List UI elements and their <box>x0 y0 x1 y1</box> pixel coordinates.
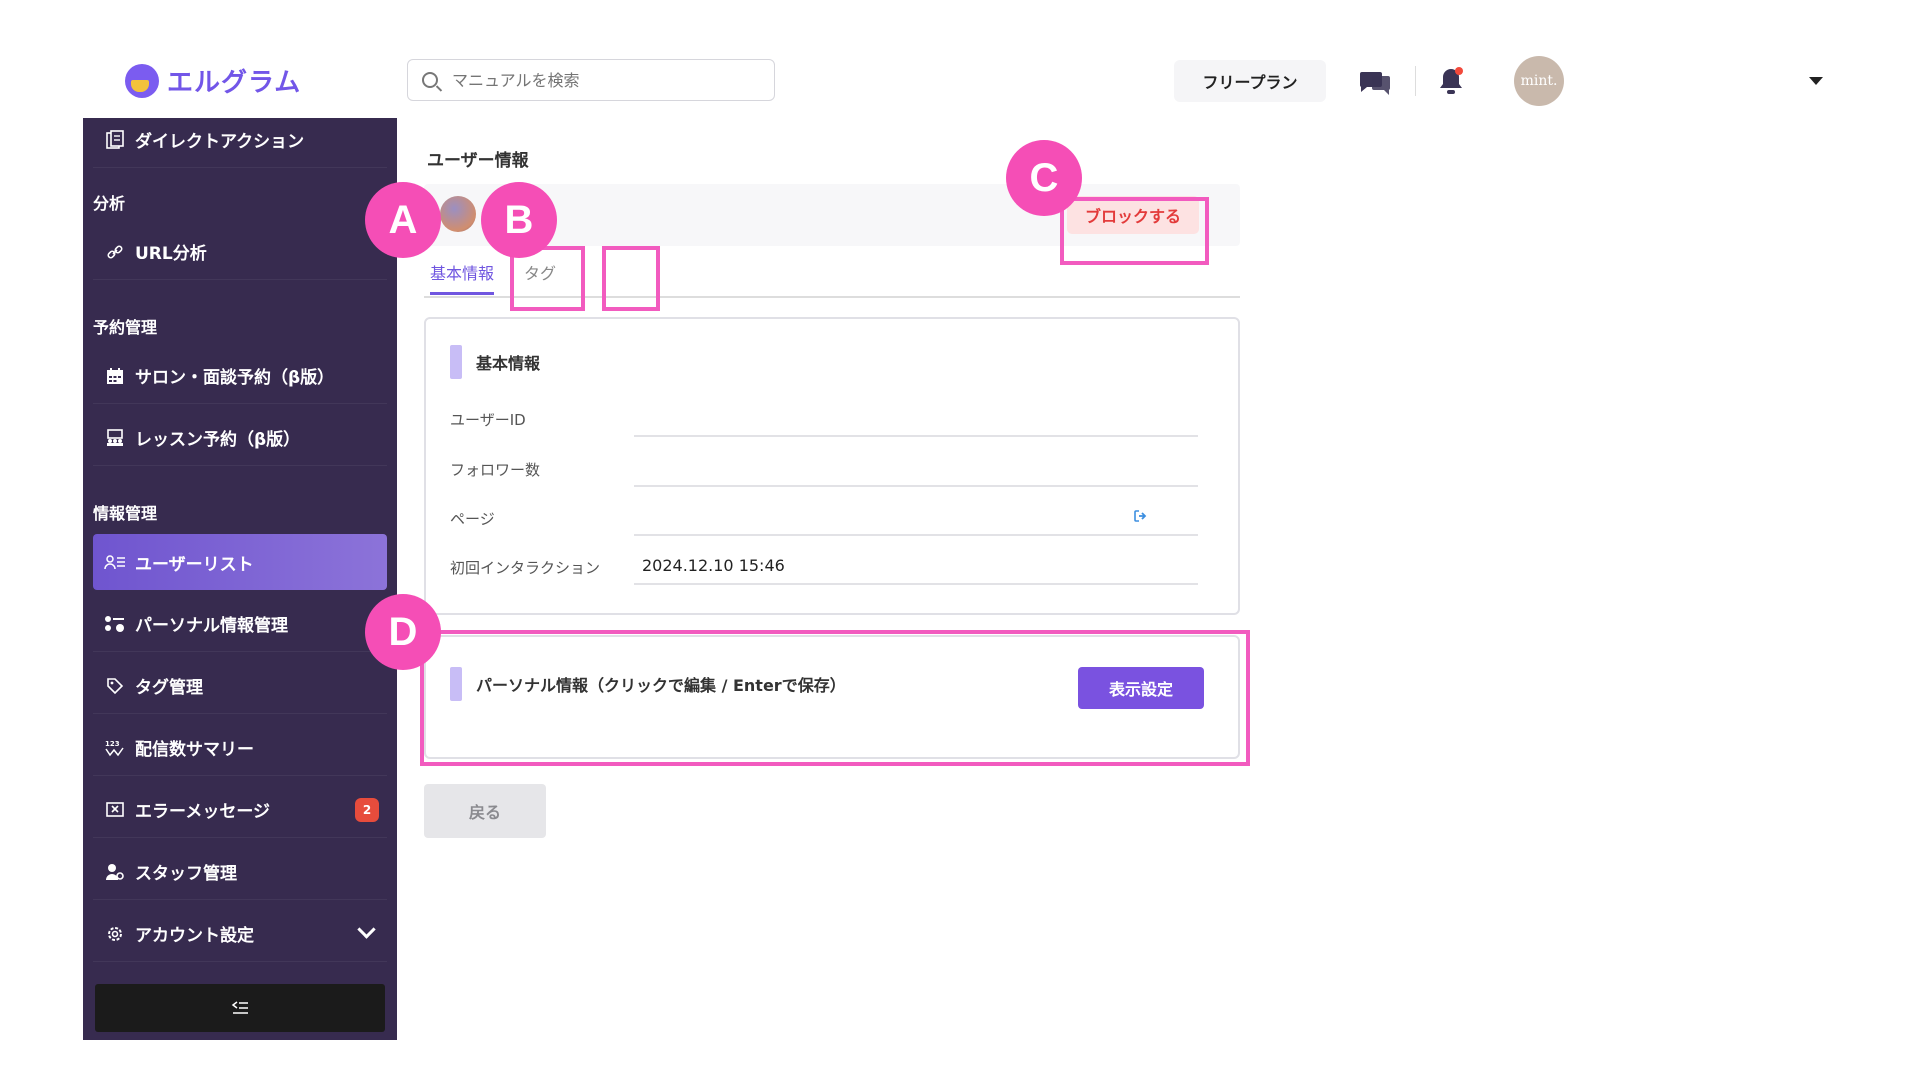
logo-icon <box>125 63 159 98</box>
error-icon <box>103 801 127 819</box>
sidebar-item-label: アカウント設定 <box>135 926 254 946</box>
sidebar-item-label: エラーメッセージ <box>135 802 270 822</box>
chevron-down-icon[interactable] <box>357 920 376 939</box>
lesson-icon <box>103 428 127 447</box>
gear-icon <box>103 925 127 943</box>
summary-icon: 123 <box>103 739 127 757</box>
sidebar-item-label: サロン・面談予約（β版） <box>135 368 335 388</box>
sidebar-item-delivery-summary[interactable]: 123 配信数サマリー <box>93 720 387 776</box>
svg-text:123: 123 <box>105 740 120 748</box>
plan-button[interactable]: フリープラン <box>1174 60 1326 102</box>
sidebar: ダイレクトアクション 分析 URL分析 予約管理 サロン・面談予約（β版） レッ… <box>83 118 397 1040</box>
sidebar-item-label: ダイレクトアクション <box>135 132 305 152</box>
annotation-marker-d: D <box>365 594 441 670</box>
card-title: パーソナル情報（クリックで編集 / Enterで保存） <box>476 676 846 695</box>
tag-icon <box>103 677 127 695</box>
card-header: 基本情報 <box>450 345 540 379</box>
field-label: フォロワー数 <box>450 461 541 479</box>
sidebar-section-info-management: 情報管理 <box>93 504 158 523</box>
logo-text: エルグラム <box>167 68 302 98</box>
personal-info-icon <box>103 615 127 633</box>
personal-info-card: パーソナル情報（クリックで編集 / Enterで保存） 表示設定 <box>424 635 1240 759</box>
bell-icon[interactable] <box>1437 66 1465 96</box>
field-user-id: ユーザーID <box>450 399 1214 439</box>
followers-value <box>634 449 1198 487</box>
calendar-icon <box>103 367 127 385</box>
field-followers: フォロワー数 <box>450 449 1214 489</box>
card-title: 基本情報 <box>476 354 541 373</box>
accent-bar <box>450 667 462 701</box>
sidebar-collapse-button[interactable] <box>95 984 385 1032</box>
sidebar-item-label: レッスン予約（β版） <box>135 430 301 450</box>
sidebar-item-tag-management[interactable]: タグ管理 <box>93 658 387 714</box>
accent-bar <box>450 345 462 379</box>
sidebar-section-analytics: 分析 <box>93 194 126 213</box>
basic-info-card: 基本情報 ユーザーID フォロワー数 ページ 初回インタラクション 2024.1… <box>424 317 1240 615</box>
header-divider <box>1415 66 1416 96</box>
card-header: パーソナル情報（クリックで編集 / Enterで保存） <box>450 667 846 701</box>
sidebar-item-url-analytics[interactable]: URL分析 <box>93 224 387 280</box>
top-header: エルグラム フリープラン mint. <box>83 46 1847 119</box>
display-settings-button[interactable]: 表示設定 <box>1078 667 1204 709</box>
user-profile-avatar <box>440 196 476 232</box>
sidebar-item-lesson-reservation[interactable]: レッスン予約（β版） <box>93 410 387 466</box>
app-logo[interactable]: エルグラム <box>125 62 301 99</box>
field-page: ページ <box>450 498 1214 538</box>
annotation-marker-c: C <box>1006 140 1082 216</box>
external-link-icon[interactable] <box>1134 510 1148 522</box>
sidebar-item-label: URL分析 <box>135 244 207 264</box>
field-first-interaction: 初回インタラクション 2024.12.10 15:46 <box>450 547 1214 587</box>
sidebar-item-label: ユーザーリスト <box>135 554 254 575</box>
sidebar-item-label: スタッフ管理 <box>135 864 237 884</box>
sidebar-item-direct-action[interactable]: ダイレクトアクション <box>93 118 387 168</box>
sidebar-section-reservations: 予約管理 <box>93 318 158 337</box>
link-icon <box>103 244 127 260</box>
caret-down-icon[interactable] <box>1809 77 1823 85</box>
chat-icon[interactable] <box>1358 68 1392 96</box>
user-list-icon <box>103 554 127 570</box>
sidebar-item-user-list[interactable]: ユーザーリスト <box>93 534 387 590</box>
field-label: ページ <box>450 510 495 528</box>
collapse-menu-icon <box>231 1001 248 1014</box>
annotation-marker-b: B <box>481 182 557 258</box>
search-input[interactable] <box>450 69 754 91</box>
sidebar-item-personal-info[interactable]: パーソナル情報管理 <box>93 596 387 652</box>
sidebar-item-salon-reservation[interactable]: サロン・面談予約（β版） <box>93 348 387 404</box>
sidebar-item-label: 配信数サマリー <box>135 740 254 760</box>
user-tabs: 基本情報 タグ <box>424 250 1240 298</box>
page-value <box>634 498 1198 536</box>
sidebar-item-staff-management[interactable]: スタッフ管理 <box>93 844 387 900</box>
annotation-marker-a: A <box>365 182 441 258</box>
user-avatar[interactable]: mint. <box>1514 56 1564 106</box>
page-title: ユーザー情報 <box>427 151 529 171</box>
main-content: ユーザー情報 ブロックする 基本情報 タグ 基本情報 ユーザーID フォロワー数 <box>365 118 1847 1040</box>
tab-tags[interactable]: タグ <box>524 260 556 292</box>
document-icon <box>103 129 127 150</box>
field-label: 初回インタラクション <box>450 559 601 577</box>
back-button[interactable]: 戻る <box>424 784 546 838</box>
first-interaction-value: 2024.12.10 15:46 <box>634 547 1198 585</box>
tab-basic-info[interactable]: 基本情報 <box>430 260 495 295</box>
error-count-badge: 2 <box>355 797 379 822</box>
field-label: ユーザーID <box>450 411 526 429</box>
staff-icon <box>103 863 127 881</box>
search-box[interactable] <box>407 59 775 101</box>
sidebar-item-label: パーソナル情報管理 <box>135 616 288 636</box>
sidebar-item-error-messages[interactable]: エラーメッセージ 2 <box>93 782 387 838</box>
sidebar-item-label: タグ管理 <box>135 678 203 698</box>
user-id-value <box>634 399 1198 437</box>
sidebar-item-account-settings[interactable]: アカウント設定 <box>93 906 387 962</box>
app-frame: エルグラム フリープラン mint. ダイレクトアクション 分析 <box>83 46 1847 1040</box>
block-user-button[interactable]: ブロックする <box>1067 196 1199 234</box>
search-icon <box>422 72 438 88</box>
